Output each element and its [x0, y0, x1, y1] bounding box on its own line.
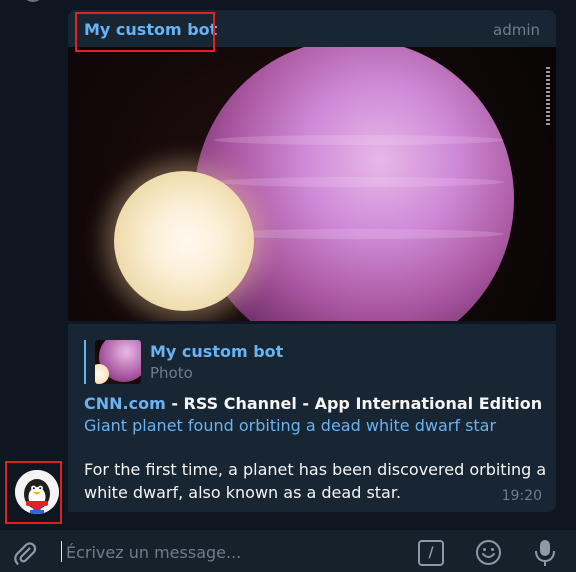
previous-avatar-fragment: [22, 0, 44, 2]
reply-sender-name[interactable]: My custom bot: [150, 342, 283, 361]
bot-command-icon[interactable]: /: [418, 540, 444, 566]
text-message[interactable]: My custom bot Photo CNN.com - RSS Channe…: [68, 324, 556, 512]
photo-watermark: [546, 67, 550, 127]
reply-thumbnail[interactable]: [95, 340, 141, 384]
reply-quote-bar: [84, 340, 86, 384]
avatar-highlight-box: [5, 461, 62, 524]
source-channel: RSS Channel - App International Edition: [183, 394, 543, 413]
thumbnail-star: [95, 364, 109, 384]
headline-link[interactable]: Giant planet found orbiting a dead white…: [84, 416, 496, 435]
sender-role-badge: admin: [493, 21, 540, 39]
message-body-line-2: white dwarf, also known as a dead star.: [84, 483, 402, 502]
photo-message[interactable]: My custom bot admin: [68, 10, 556, 321]
message-photo[interactable]: [68, 47, 556, 321]
reply-type: Photo: [150, 364, 193, 382]
planet-band: [214, 135, 504, 145]
emoji-icon[interactable]: [475, 539, 502, 566]
source-separator: -: [165, 394, 184, 413]
message-input[interactable]: Écrivez un message...: [66, 543, 241, 562]
microphone-icon[interactable]: [533, 538, 557, 568]
sender-highlight-box: [75, 12, 215, 52]
source-line: CNN.com - RSS Channel - App Internationa…: [84, 394, 542, 413]
white-dwarf-star-image: [114, 171, 254, 311]
text-cursor: [61, 541, 62, 562]
message-input-bar: Écrivez un message... /: [0, 530, 576, 572]
message-time: 19:20: [501, 488, 542, 504]
paperclip-icon[interactable]: [10, 538, 40, 568]
planet-band: [214, 229, 504, 239]
message-body-line-1: For the first time, a planet has been di…: [84, 460, 547, 479]
planet-band: [214, 177, 504, 187]
source-link[interactable]: CNN.com: [84, 394, 166, 413]
